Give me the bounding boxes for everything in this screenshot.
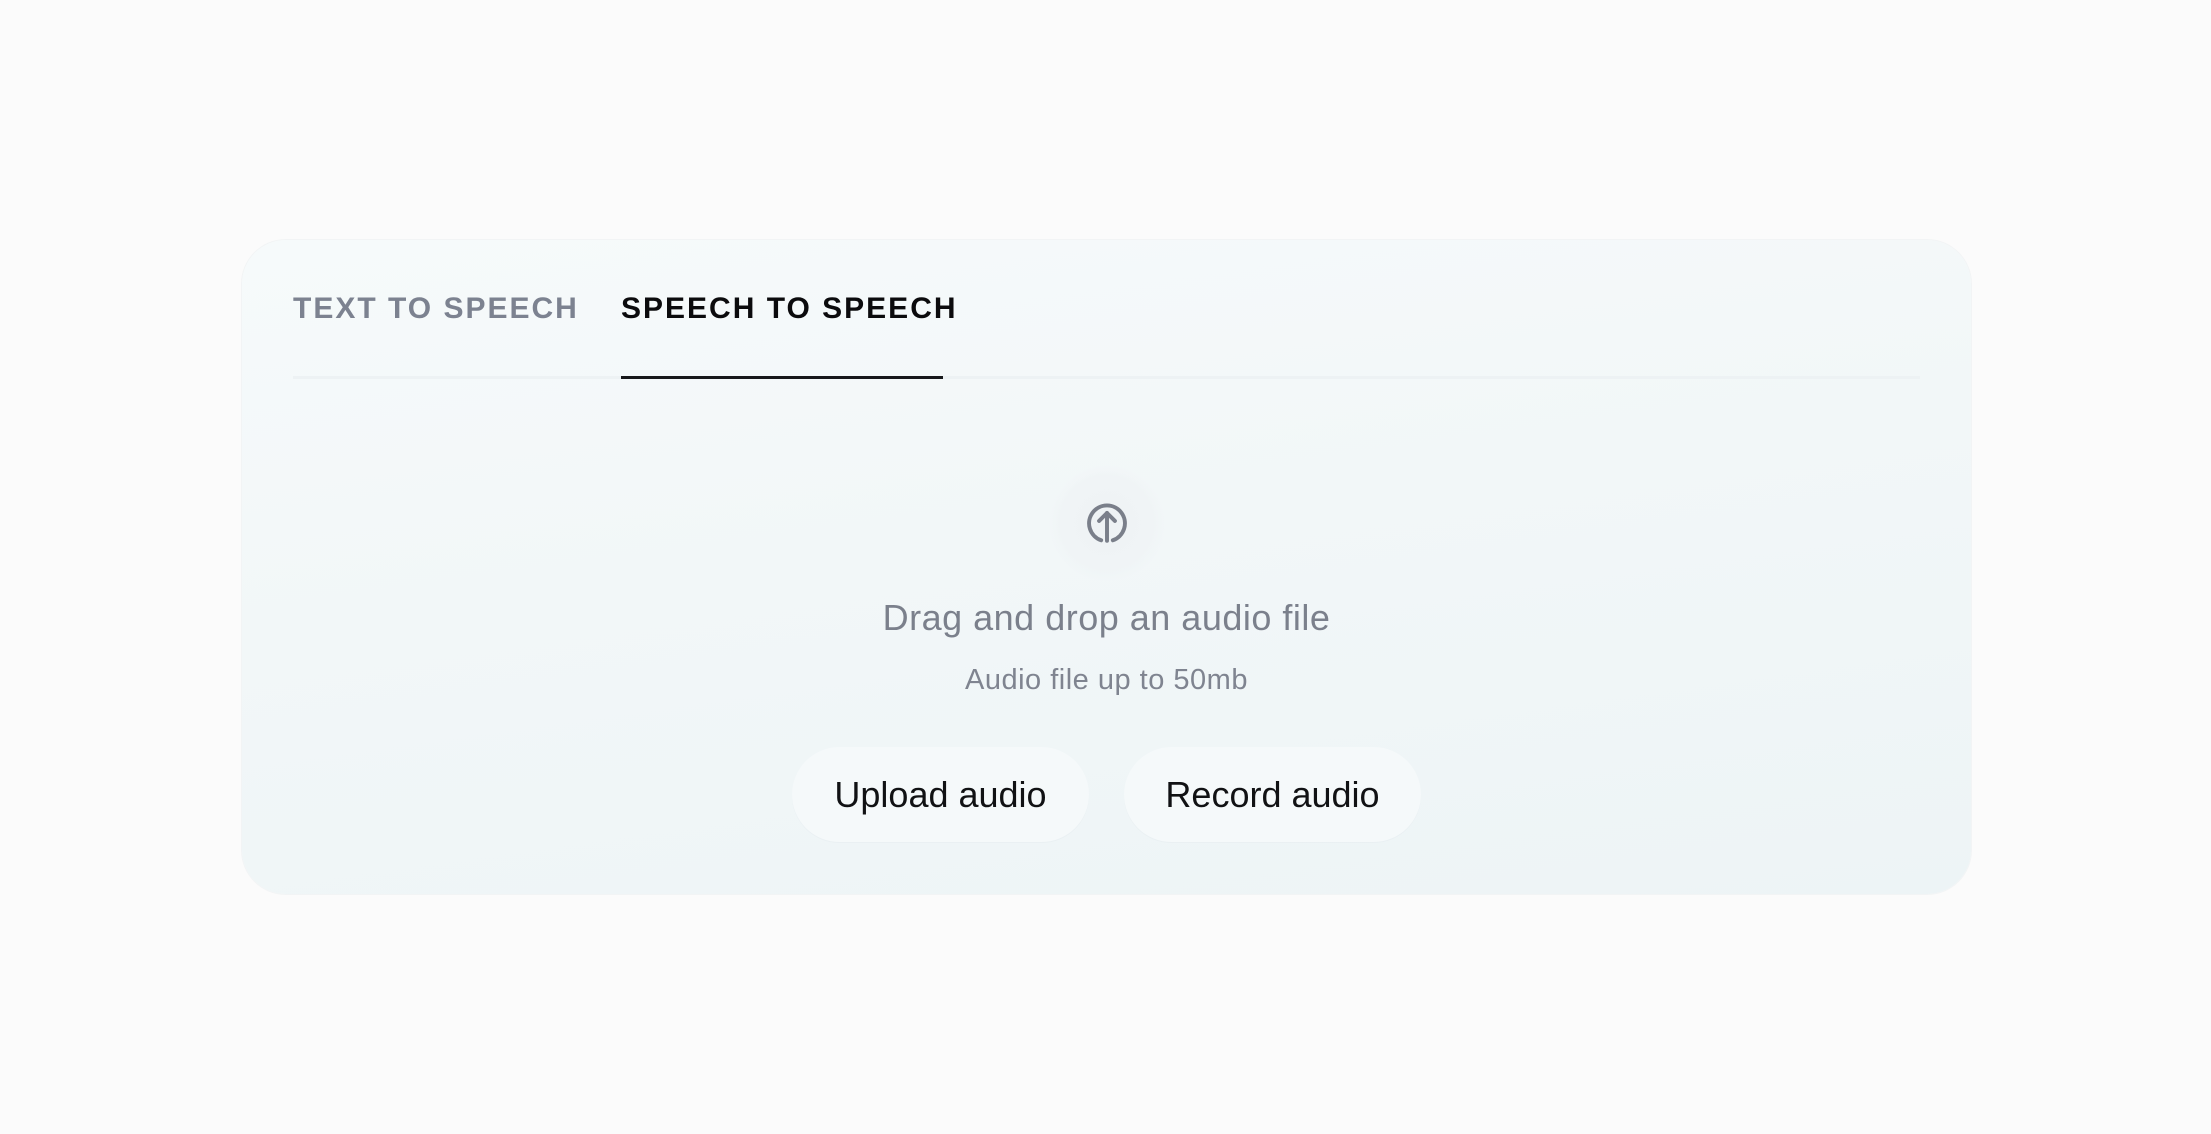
active-tab-indicator [621,376,943,379]
speech-panel-card: TEXT TO SPEECH SPEECH TO SPEECH Drag and… [242,240,1971,894]
tab-text-to-speech[interactable]: TEXT TO SPEECH [293,291,579,327]
tab-bar: TEXT TO SPEECH SPEECH TO SPEECH [293,240,1920,379]
record-audio-button[interactable]: Record audio [1124,747,1421,842]
upload-arrow-circle-icon [1086,503,1127,543]
upload-icon-container [1048,465,1165,581]
tab-speech-to-speech[interactable]: SPEECH TO SPEECH [621,291,958,327]
upload-audio-button[interactable]: Upload audio [792,747,1089,842]
dropzone-headline: Drag and drop an audio file [882,597,1331,638]
dropzone-size-hint: Audio file up to 50mb [965,664,1248,696]
